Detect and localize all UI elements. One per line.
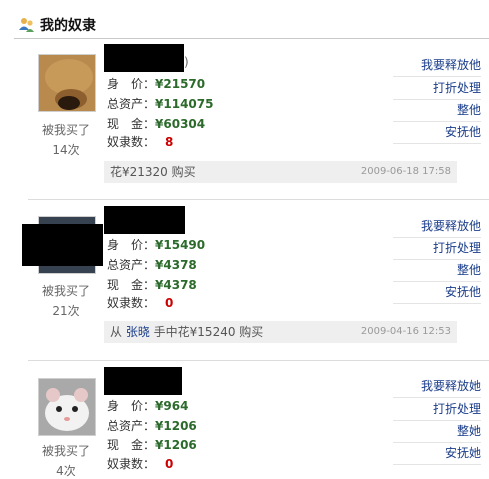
avatar-redaction: [22, 224, 103, 266]
comfort-button[interactable]: 安抚她: [393, 442, 481, 465]
bought-count: 21次: [52, 304, 80, 318]
punish-button[interactable]: 整他: [393, 99, 481, 122]
assets-row: 总资产：¥1206: [107, 419, 197, 433]
cash-row: 现 金：¥4378: [107, 278, 197, 292]
cash-row: 现 金：¥60304: [107, 117, 206, 131]
comfort-button[interactable]: 安抚他: [393, 121, 481, 144]
bought-label: 被我买了: [41, 444, 90, 458]
header-divider: [14, 38, 489, 39]
punish-button[interactable]: 整他: [393, 259, 481, 282]
slave-count-row: 奴隶数： 0: [107, 296, 174, 310]
assets-row: 总资产：¥4378: [107, 258, 197, 272]
slave-name-redacted[interactable]: [104, 367, 182, 395]
purchase-date: 2009-04-16 12:53: [360, 326, 451, 337]
release-button[interactable]: 我要释放他: [393, 54, 481, 77]
comfort-button[interactable]: 安抚他: [393, 281, 481, 304]
price-row: 身 价：¥15490: [107, 238, 206, 252]
seller-link[interactable]: 张晓: [126, 325, 150, 339]
dog-avatar[interactable]: [38, 54, 96, 112]
discount-button[interactable]: 打折处理: [393, 77, 481, 100]
release-button[interactable]: 我要释放她: [393, 375, 481, 398]
bought-label: 被我买了: [41, 123, 90, 137]
punish-button[interactable]: 整她: [393, 420, 481, 443]
discount-button[interactable]: 打折处理: [393, 398, 481, 421]
purchase-date: 2009-06-18 17:58: [360, 166, 451, 177]
price-row: 身 价：¥964: [107, 399, 189, 413]
cash-row: 现 金：¥1206: [107, 438, 197, 452]
people-icon: [18, 16, 36, 34]
price-row: 身 价：¥21570: [107, 77, 206, 91]
name-paren: ): [184, 55, 189, 69]
discount-button[interactable]: 打折处理: [393, 237, 481, 260]
assets-row: 总资产：¥114075: [107, 97, 214, 111]
entry-divider: [28, 199, 489, 200]
slave-name-redacted[interactable]: [104, 44, 184, 72]
release-button[interactable]: 我要释放他: [393, 215, 481, 238]
slave-count-row: 奴隶数： 0: [107, 457, 174, 471]
section-header: 我的奴隶: [18, 14, 96, 36]
hamster-avatar[interactable]: [38, 378, 96, 436]
purchase-note: 从 张晓 手中花¥15240 购买 2009-04-16 12:53: [104, 321, 457, 343]
slave-count-row: 奴隶数： 8: [107, 135, 174, 149]
entry-divider: [28, 360, 489, 361]
bought-label: 被我买了: [41, 284, 90, 298]
page-title: 我的奴隶: [40, 18, 96, 34]
bought-count: 14次: [52, 143, 80, 157]
slave-name-redacted[interactable]: [104, 206, 185, 234]
purchase-note: 花¥21320 购买 2009-06-18 17:58: [104, 161, 457, 183]
bought-count: 4次: [56, 464, 76, 478]
